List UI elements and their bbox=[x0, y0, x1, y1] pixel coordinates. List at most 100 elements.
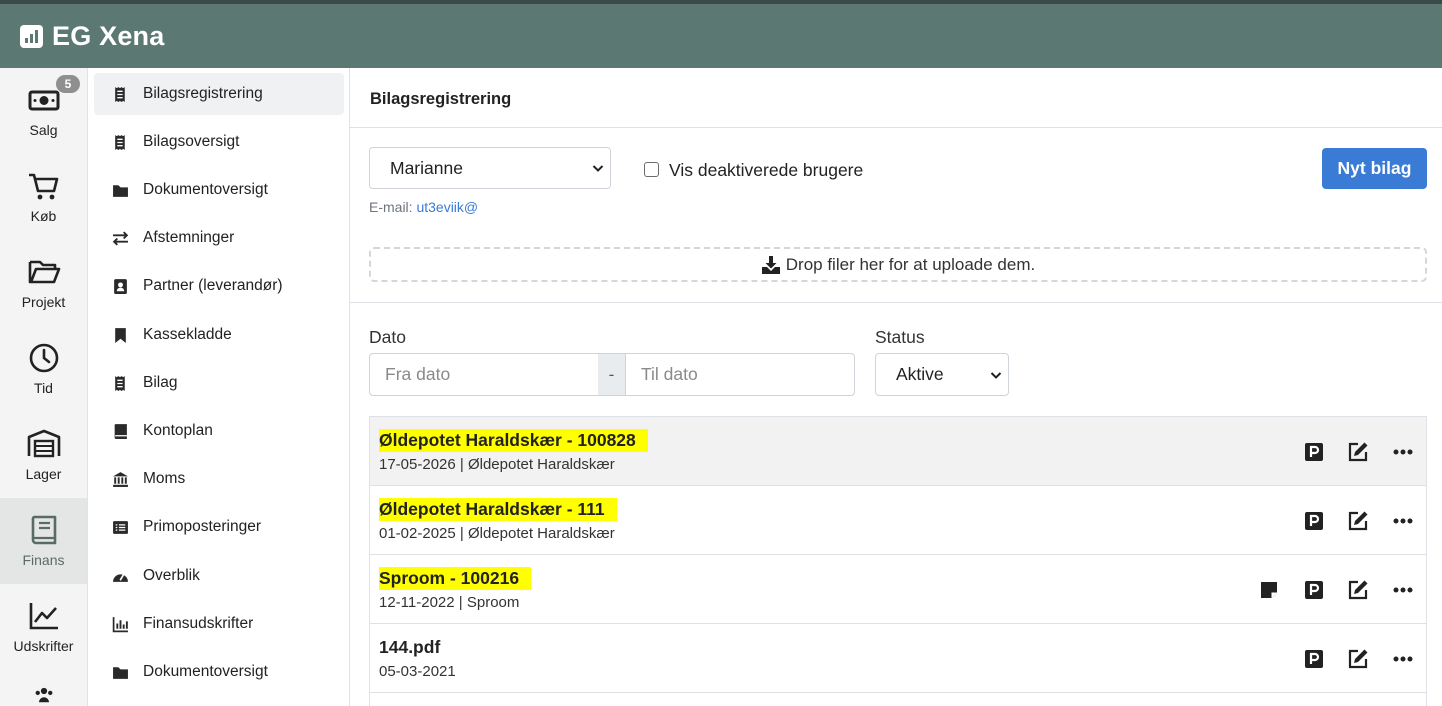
parking-icon[interactable] bbox=[1303, 579, 1325, 601]
nav-label: Bilag bbox=[143, 374, 178, 391]
voucher-subtitle: 01-02-2025 | Øldepotet Haraldskær bbox=[379, 525, 615, 542]
from-date-input[interactable]: Fra dato bbox=[369, 353, 599, 396]
rail-item-lager[interactable]: Lager bbox=[0, 412, 87, 498]
rail-item-udskrifter[interactable]: Udskrifter bbox=[0, 584, 87, 670]
app-title: EG Xena bbox=[52, 20, 165, 51]
nav-item-partner[interactable]: Partner (leverandør) bbox=[94, 265, 344, 307]
voucher-subtitle: 17-05-2026 | Øldepotet Haraldskær bbox=[379, 456, 615, 473]
voucher-row[interactable]: Øldepotet Haraldskær - 100828 17-05-2026… bbox=[370, 417, 1426, 486]
voucher-title: Øldepotet Haraldskær - 111 bbox=[379, 498, 617, 521]
main-content: Bilagsregistrering Marianne Vis deaktive… bbox=[350, 68, 1442, 706]
nav-label: Primoposteringer bbox=[143, 518, 262, 535]
page-title: Bilagsregistrering bbox=[370, 90, 512, 108]
notification-badge: 5 bbox=[56, 75, 80, 93]
nav-label: Dokumentoversigt bbox=[143, 663, 268, 680]
nav-item-primoposteringer[interactable]: Primoposteringer bbox=[94, 506, 344, 548]
users-icon bbox=[35, 687, 52, 703]
chevron-down-icon bbox=[592, 165, 604, 172]
receipt-icon bbox=[115, 134, 125, 150]
rail-label: Lager bbox=[25, 466, 62, 482]
nav-item-dokumentoversigt[interactable]: Dokumentoversigt bbox=[94, 169, 344, 211]
finans-nav: Bilagsregistrering Bilagsoversigt Dokume… bbox=[88, 68, 350, 706]
edit-icon[interactable] bbox=[1347, 648, 1369, 670]
sticky-note-icon[interactable] bbox=[1258, 579, 1280, 601]
nav-item-kontoplan[interactable]: Kontoplan bbox=[94, 410, 344, 452]
divider bbox=[350, 127, 1442, 128]
folder-open-icon bbox=[28, 260, 60, 284]
nav-label: Afstemninger bbox=[143, 229, 235, 246]
rail-item-projekt[interactable]: Projekt bbox=[0, 240, 87, 326]
rail-item-finans[interactable]: Finans bbox=[0, 498, 87, 584]
file-dropzone[interactable]: Drop filer her for at uploade dem. bbox=[369, 247, 1427, 282]
more-options-icon[interactable] bbox=[1392, 510, 1414, 532]
more-options-icon[interactable] bbox=[1392, 441, 1414, 463]
rail-item-kob[interactable]: Køb bbox=[0, 154, 87, 240]
email-link[interactable]: ut3eviik@ bbox=[416, 199, 478, 215]
nav-item-bilagsoversigt[interactable]: Bilagsoversigt bbox=[94, 121, 344, 163]
voucher-title: Øldepotet Haraldskær - 100828 bbox=[379, 429, 648, 452]
nav-item-finansudskrifter[interactable]: Finansudskrifter bbox=[94, 603, 344, 645]
nav-item-kassekladde[interactable]: Kassekladde bbox=[94, 314, 344, 356]
book-icon bbox=[31, 515, 56, 545]
more-options-icon[interactable] bbox=[1392, 579, 1414, 601]
nav-label: Moms bbox=[143, 470, 186, 487]
module-rail: Salg 5 Køb Projekt Tid Lager Finans Udsk… bbox=[0, 68, 88, 706]
voucher-subtitle: 05-03-2021 bbox=[379, 663, 456, 680]
email-label: E-mail: bbox=[369, 199, 413, 215]
rail-item-tid[interactable]: Tid bbox=[0, 326, 87, 412]
nav-item-moms[interactable]: Moms bbox=[94, 458, 344, 500]
new-voucher-button[interactable]: Nyt bilag bbox=[1322, 148, 1427, 189]
nav-item-bilag[interactable]: Bilag bbox=[94, 362, 344, 404]
parking-icon[interactable] bbox=[1303, 441, 1325, 463]
warehouse-icon bbox=[27, 429, 60, 458]
show-deactivated-checkbox[interactable] bbox=[644, 162, 659, 177]
email-line: E-mail: ut3eviik@ bbox=[369, 199, 478, 215]
list-icon bbox=[113, 520, 128, 534]
status-select[interactable]: Aktive bbox=[875, 353, 1009, 396]
chart-line-icon bbox=[29, 603, 58, 630]
bank-icon bbox=[113, 471, 128, 487]
voucher-subtitle: 12-11-2022 | Sproom bbox=[379, 594, 520, 611]
edit-icon[interactable] bbox=[1347, 510, 1369, 532]
voucher-list: Øldepotet Haraldskær - 100828 17-05-2026… bbox=[369, 416, 1427, 706]
contact-icon bbox=[114, 278, 127, 294]
app-header: EG Xena bbox=[0, 4, 1442, 68]
gauge-icon bbox=[113, 573, 128, 582]
nav-item-overblik[interactable]: Overblik bbox=[94, 555, 344, 597]
show-deactivated-label: Vis deaktiverede brugere bbox=[669, 160, 864, 180]
nav-item-dokumentoversigt-2[interactable]: Dokumentoversigt bbox=[94, 651, 344, 693]
nav-label: Bilagsregistrering bbox=[143, 85, 263, 102]
rail-item-partial[interactable] bbox=[0, 670, 87, 706]
nav-label: Finansudskrifter bbox=[143, 615, 254, 632]
logo-icon bbox=[20, 24, 43, 48]
rail-label: Projekt bbox=[21, 294, 66, 310]
download-icon bbox=[761, 255, 780, 274]
receipt-icon bbox=[115, 375, 125, 391]
folder-icon bbox=[113, 666, 128, 679]
nav-item-afstemninger[interactable]: Afstemninger bbox=[94, 217, 344, 259]
folder-icon bbox=[113, 184, 128, 197]
edit-icon[interactable] bbox=[1347, 441, 1369, 463]
rail-label: Finans bbox=[22, 552, 65, 568]
more-options-icon[interactable] bbox=[1392, 648, 1414, 670]
bar-chart-icon bbox=[112, 616, 128, 632]
nav-item-bilagsregistrering[interactable]: Bilagsregistrering bbox=[94, 73, 344, 115]
date-label: Dato bbox=[369, 327, 406, 347]
voucher-row[interactable]: 144.pdf 05-03-2021 bbox=[370, 624, 1426, 693]
parking-icon[interactable] bbox=[1303, 510, 1325, 532]
edit-icon[interactable] bbox=[1347, 579, 1369, 601]
nav-label: Kassekladde bbox=[143, 326, 232, 343]
bookmark-icon bbox=[115, 327, 126, 343]
rail-item-salg[interactable]: Salg 5 bbox=[0, 68, 87, 154]
user-select[interactable]: Marianne bbox=[369, 147, 611, 189]
rail-label: Salg bbox=[29, 122, 58, 138]
voucher-row[interactable]: Sproom - 100216 12-11-2022 | Sproom bbox=[370, 555, 1426, 624]
book-icon bbox=[114, 423, 127, 439]
divider bbox=[350, 302, 1442, 303]
voucher-row[interactable]: Øldepotet Haraldskær - 111 01-02-2025 | … bbox=[370, 486, 1426, 555]
nav-label: Dokumentoversigt bbox=[143, 181, 268, 198]
rail-label: Tid bbox=[34, 380, 53, 396]
to-date-input[interactable]: Til dato bbox=[625, 353, 855, 396]
parking-icon[interactable] bbox=[1303, 648, 1325, 670]
voucher-title: Sproom - 100216 bbox=[379, 567, 532, 590]
